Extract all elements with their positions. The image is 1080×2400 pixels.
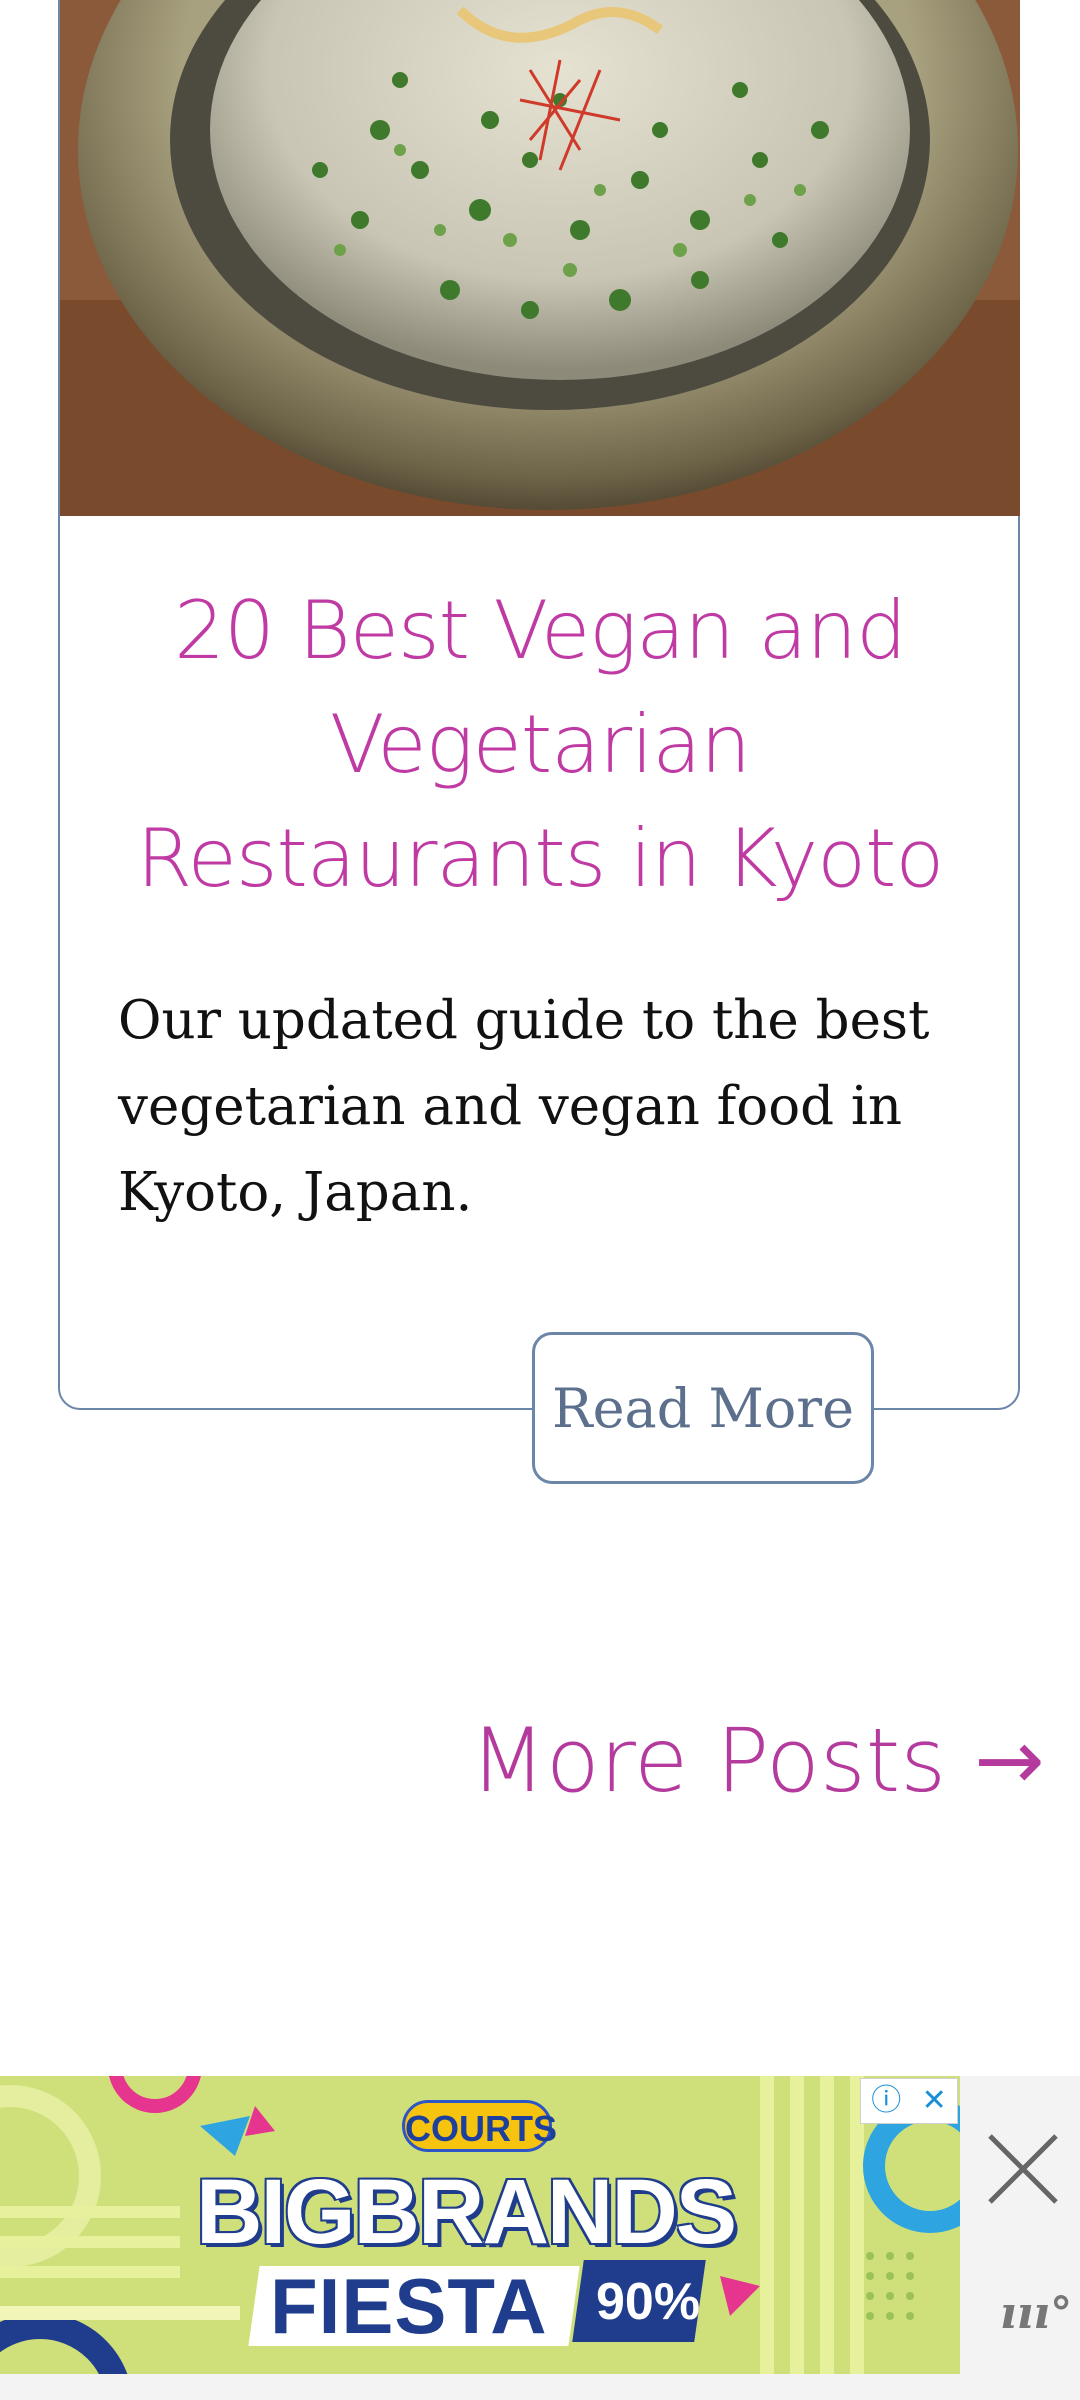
close-icon[interactable]: ✕ — [922, 2086, 947, 2116]
ad-subheadline: FIESTA — [270, 2262, 548, 2350]
post-title[interactable]: 20 Best Vegan and Vegetarian Restaurants… — [100, 574, 980, 916]
ad-headline: BIGBRANDS — [196, 2161, 737, 2263]
more-posts-link[interactable]: More Posts → — [470, 1700, 1044, 1820]
ad-close-button[interactable] — [982, 2128, 1064, 2210]
ad-choices[interactable]: ⓘ ✕ — [860, 2078, 958, 2124]
post-excerpt: Our updated guide to the best vegetarian… — [118, 990, 930, 1223]
ad-network-logo[interactable]: ııı° — [1000, 2288, 1072, 2339]
arrow-right-icon: → — [974, 1711, 1045, 1809]
post-hero-image[interactable] — [60, 0, 1020, 516]
ad-brand-logo: COURTS — [402, 2100, 557, 2152]
ad-discount: 90% — [596, 2273, 701, 2331]
more-posts-label: More Posts — [470, 1708, 947, 1812]
ad-banner[interactable]: COURTS BIGBRANDS FIESTA 90% — [0, 2076, 960, 2374]
info-icon[interactable]: ⓘ — [871, 2086, 901, 2116]
close-icon — [988, 2134, 1058, 2204]
read-more-button[interactable]: Read More — [532, 1332, 874, 1484]
